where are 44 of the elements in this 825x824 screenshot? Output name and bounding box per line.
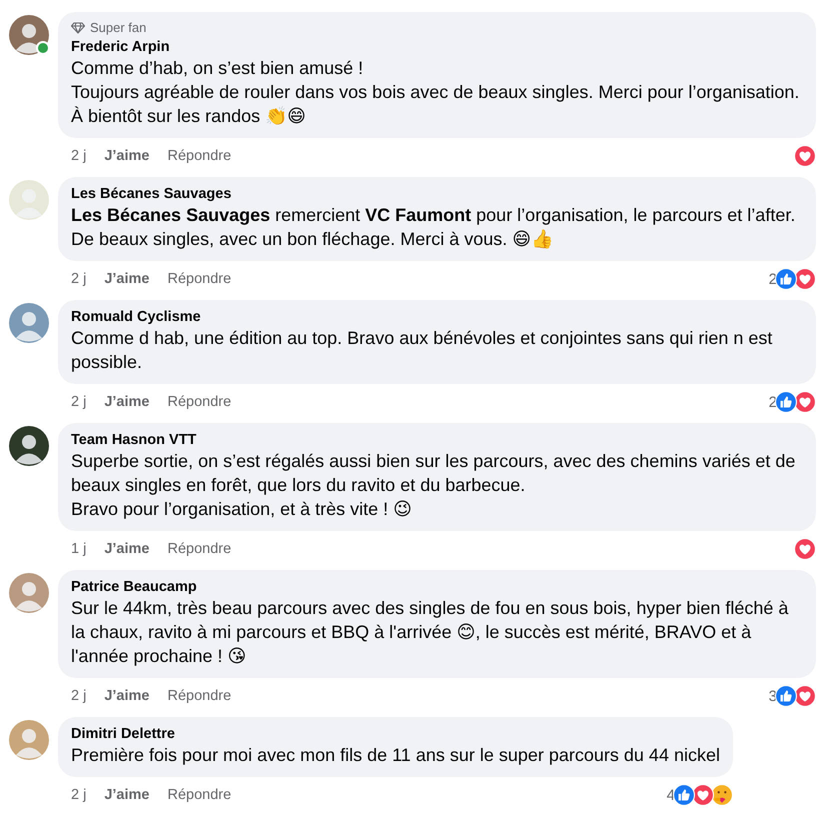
comment-text: Sur le 44km, très beau parcours avec des singles de fou en sous bois, hyper bien fléché à la chaux, ravito à mi parcours et BBQ à l'arrivée 😊, le succès est mérité, BRAVO et à l'année prochaine ! 😘 — [71, 597, 790, 668]
timestamp[interactable]: 2 j — [71, 148, 86, 164]
diamond-icon — [71, 22, 85, 34]
reply-link[interactable]: Répondre — [167, 394, 232, 410]
online-status-dot — [36, 41, 50, 55]
timestamp[interactable]: 2 j — [71, 688, 86, 704]
like-link[interactable]: J’aime — [104, 148, 150, 164]
like-link[interactable]: J’aime — [104, 787, 150, 803]
author-name[interactable]: Les Bécanes Sauvages — [71, 185, 803, 203]
timestamp[interactable]: 1 j — [71, 541, 86, 557]
like-link[interactable]: J’aime — [104, 541, 150, 557]
author-name[interactable]: Dimitri Delettre — [71, 725, 720, 743]
author-name[interactable]: Frederic Arpin — [71, 38, 803, 56]
timestamp[interactable]: 2 j — [71, 271, 86, 287]
reaction-count[interactable]: 2 — [768, 270, 777, 288]
comment-text: Comme d’hab, on s’est bien amusé ! — [71, 57, 364, 80]
comment-text: Superbe sortie, on s’est régalés aussi bien sur les parcours, avec des chemins variés et de beaux singles en forêt, que lors du ravito et du barbecue. — [71, 450, 796, 497]
avatar-icon[interactable] — [9, 426, 49, 466]
reply-link[interactable]: Répondre — [167, 688, 232, 704]
comment-text: Toujours agréable de rouler dans vos bois avec de beaux singles. Merci pour l’organisation. À bientôt sur les randos 👏😄 — [71, 81, 800, 128]
comment-text: Première fois pour moi avec mon fils de 11 ans sur le super parcours du 44 nickel — [71, 744, 720, 767]
author-name[interactable]: Romuald Cyclisme — [71, 308, 803, 326]
thumbs-up-icon[interactable] — [775, 685, 797, 707]
timestamp[interactable]: 2 j — [71, 394, 86, 410]
comment-text: Bravo pour l’organisation, et à très vite ! 😉 — [71, 498, 413, 521]
like-link[interactable]: J’aime — [104, 688, 150, 704]
like-link[interactable]: J’aime — [104, 271, 150, 287]
reply-link[interactable]: Répondre — [167, 541, 232, 557]
like-link[interactable]: J’aime — [104, 394, 150, 410]
reaction-count[interactable]: 2 — [768, 394, 777, 410]
comment-text: Comme d hab, une édition au top. Bravo aux bénévoles et conjointes sans qui rien n est possible. — [71, 327, 774, 374]
reply-link[interactable]: Répondre — [167, 271, 232, 287]
thumbs-up-icon[interactable] — [672, 784, 695, 806]
comment-text: Les Bécanes Sauvages remercient VC Faumont pour l’organisation, le parcours et l’after. De beaux singles, avec un bon fléchage. Merci à vous. 😄👍 — [71, 204, 796, 251]
badge-label: Super fan — [90, 20, 146, 35]
reply-link[interactable]: Répondre — [167, 787, 232, 803]
thumbs-up-icon[interactable] — [775, 268, 797, 290]
author-name[interactable]: Team Hasnon VTT — [71, 431, 803, 449]
hugging-face-icon[interactable] — [710, 784, 733, 806]
author-name[interactable]: Patrice Beaucamp — [71, 578, 803, 596]
reaction-count[interactable]: 4 — [666, 786, 675, 804]
reply-link[interactable]: Répondre — [167, 148, 232, 164]
timestamp[interactable]: 2 j — [71, 787, 86, 803]
thumbs-up-icon[interactable] — [775, 391, 797, 413]
